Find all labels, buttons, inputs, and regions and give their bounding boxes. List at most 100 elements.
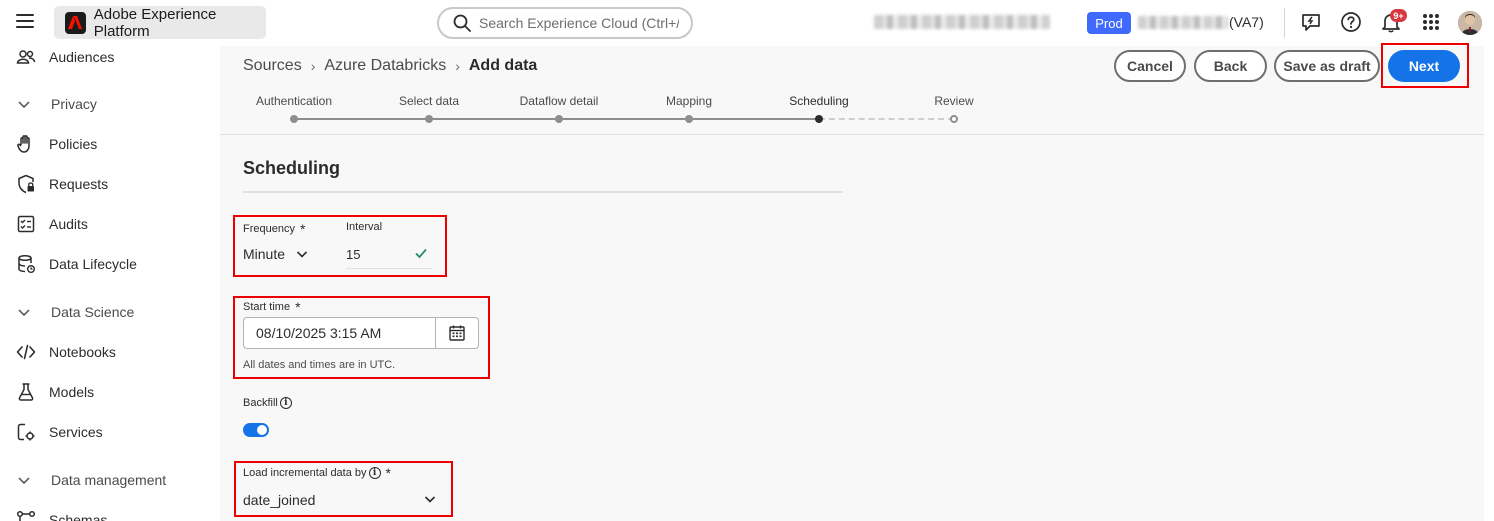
chevron-right-icon: ›	[455, 58, 460, 74]
workflow-stepper: Authentication Select data Dataflow deta…	[220, 94, 1020, 134]
calendar-icon	[449, 325, 465, 341]
step-label: Dataflow detail	[519, 94, 599, 108]
services-icon	[16, 422, 36, 442]
breadcrumb-azure-databricks[interactable]: Azure Databricks	[324, 57, 446, 75]
cancel-button[interactable]: Cancel	[1114, 50, 1186, 82]
nav-label: Data Lifecycle	[49, 256, 137, 272]
step-label: Authentication	[255, 94, 333, 108]
info-icon[interactable]: i	[279, 397, 292, 409]
breadcrumb-current: Add data	[468, 57, 538, 74]
nav-item-data-lifecycle[interactable]: Data Lifecycle	[0, 246, 220, 282]
interval-label-text: Interval	[346, 221, 383, 233]
nav-label: Audits	[49, 216, 88, 232]
interval-label: Interval	[346, 221, 382, 233]
breadcrumb-sources[interactable]: Sources	[243, 57, 302, 75]
backfill-toggle[interactable]	[243, 423, 269, 437]
nav-item-requests[interactable]: Requests	[0, 166, 220, 202]
backfill-label-text: Backfill	[243, 397, 278, 409]
audiences-icon	[16, 47, 36, 67]
step-label: Select data	[398, 94, 460, 108]
required-asterisk: *	[385, 465, 391, 481]
required-asterisk: *	[295, 299, 301, 315]
section-divider	[243, 191, 843, 193]
nav-group-data-management[interactable]: Data management	[0, 462, 220, 498]
nav-item-audits[interactable]: Audits	[0, 206, 220, 242]
section-title: Scheduling	[243, 158, 341, 178]
start-time-input[interactable]	[243, 317, 436, 349]
env-badge[interactable]: Prod	[1087, 12, 1131, 34]
nav-item-schemas[interactable]: Schemas	[0, 502, 220, 521]
hand-icon	[16, 134, 36, 154]
nav-group-label: Data Science	[51, 304, 135, 320]
step-dot	[290, 115, 298, 123]
nav-item-models[interactable]: Models	[0, 374, 220, 410]
nav-label: Policies	[49, 136, 98, 152]
info-icon[interactable]: i	[368, 467, 381, 479]
incremental-label-text: Load incremental data by	[243, 467, 367, 479]
schema-icon	[16, 510, 36, 521]
breadcrumb: Sources › Azure Databricks › Add data	[243, 57, 537, 75]
apps-grid-icon[interactable]	[1420, 11, 1442, 33]
adobe-logo-icon	[65, 11, 86, 34]
chevron-down-icon[interactable]	[424, 493, 436, 505]
incremental-label: Load incremental data by i *	[243, 465, 391, 481]
top-bar: Adobe Experience Platform Prod (VA7) 9+	[0, 0, 1494, 46]
save-as-draft-button[interactable]: Save as draft	[1274, 50, 1380, 82]
chevron-down-icon	[18, 477, 30, 485]
main-content: Sources › Azure Databricks › Add data Ca…	[220, 43, 1484, 521]
nav-item-services[interactable]: Services	[0, 414, 220, 450]
incremental-column-select[interactable]: date_joined	[243, 492, 315, 508]
shield-lock-icon	[16, 174, 36, 194]
step-dot	[555, 115, 563, 123]
step-dot-active	[815, 115, 823, 123]
checkmark-icon	[415, 248, 427, 259]
nav-item-audiences[interactable]: Audiences	[0, 39, 220, 75]
nav-label: Audiences	[49, 49, 115, 65]
sandbox-suffix[interactable]: (VA7)	[1229, 14, 1264, 30]
nav-label: Models	[49, 384, 95, 400]
start-time-label-text: Start time	[243, 301, 291, 313]
app-switcher[interactable]: Adobe Experience Platform	[54, 5, 266, 40]
org-name-redacted[interactable]	[874, 15, 1050, 29]
search-icon	[453, 14, 471, 32]
nav-item-notebooks[interactable]: Notebooks	[0, 334, 220, 370]
chevron-right-icon: ›	[310, 58, 316, 74]
audit-icon	[16, 214, 36, 234]
nav-label: Schemas	[49, 512, 108, 521]
nav-label: Notebooks	[49, 344, 116, 360]
nav-group-label: Privacy	[51, 96, 97, 112]
data-lifecycle-icon	[16, 254, 36, 274]
search-input[interactable]	[479, 15, 679, 31]
frequency-select[interactable]: Minute	[243, 246, 285, 262]
nav-group-data-science[interactable]: Data Science	[0, 294, 220, 330]
sandbox-name-redacted[interactable]	[1138, 16, 1228, 29]
next-button[interactable]: Next	[1388, 50, 1460, 82]
nav-item-policies[interactable]: Policies	[0, 126, 220, 162]
back-button[interactable]: Back	[1194, 50, 1267, 82]
frequency-label-text: Frequency	[243, 223, 295, 235]
step-dot-future	[950, 115, 958, 123]
step-dot	[425, 115, 433, 123]
calendar-button[interactable]	[435, 317, 479, 349]
code-icon	[16, 342, 36, 362]
chevron-down-icon	[18, 309, 30, 317]
help-icon[interactable]	[1340, 11, 1362, 33]
feedback-icon[interactable]	[1300, 11, 1322, 33]
menu-icon[interactable]	[16, 14, 34, 30]
backfill-label: Backfill i	[243, 397, 292, 409]
frequency-label: Frequency *	[243, 221, 305, 237]
nav-label: Services	[49, 424, 103, 440]
nav-group-privacy[interactable]: Privacy	[0, 86, 220, 122]
topbar-divider	[1284, 8, 1285, 38]
step-remaining-line	[819, 118, 954, 120]
workflow-header: Sources › Azure Databricks › Add data Ca…	[220, 43, 1484, 135]
step-label: Mapping	[665, 94, 713, 108]
nav-label: Requests	[49, 176, 109, 192]
user-avatar[interactable]	[1458, 11, 1482, 35]
step-label: Scheduling	[789, 94, 849, 108]
app-title: Adobe Experience Platform	[93, 5, 217, 40]
notification-count-badge: 9+	[1390, 9, 1407, 22]
global-search[interactable]	[437, 7, 693, 39]
chevron-down-icon[interactable]	[296, 248, 308, 260]
required-asterisk: *	[299, 221, 306, 237]
